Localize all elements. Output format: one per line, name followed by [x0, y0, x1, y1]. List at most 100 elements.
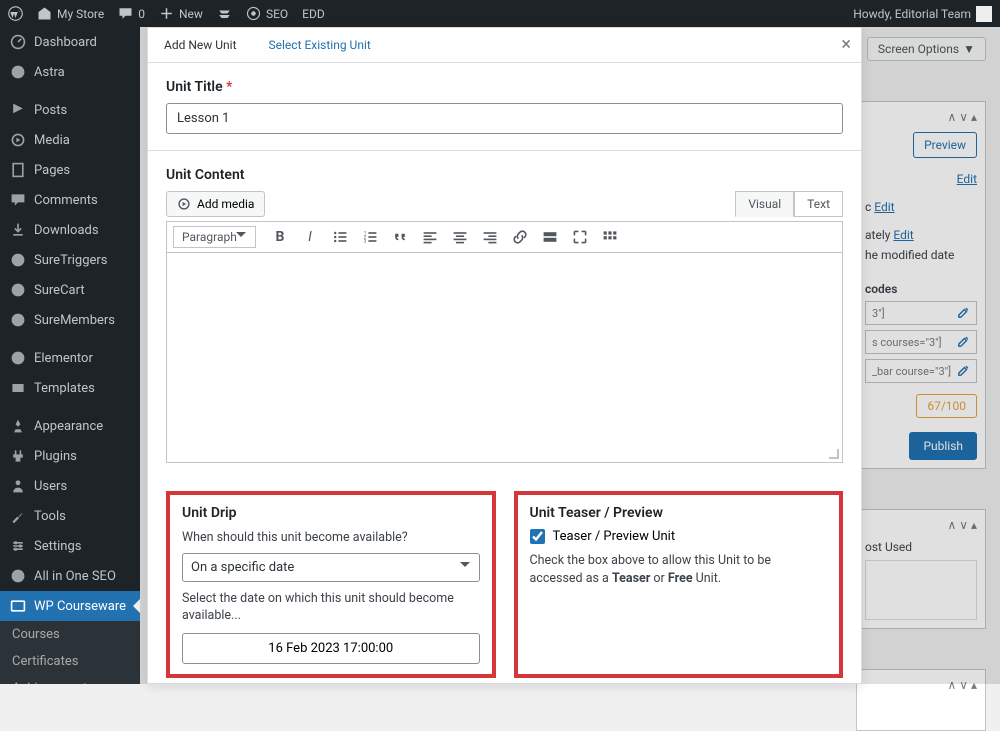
sidebar-label: Users: [34, 479, 67, 494]
ol-button[interactable]: 123: [360, 227, 380, 247]
unit-modal: Add New Unit Select Existing Unit × Unit…: [147, 27, 862, 684]
sidebar-item-suretriggers[interactable]: SureTriggers: [0, 245, 140, 275]
close-icon[interactable]: ×: [841, 34, 851, 55]
howdy-link[interactable]: Howdy, Editorial Team: [853, 6, 992, 22]
sidebar-item-settings[interactable]: Settings: [0, 531, 140, 561]
shortcode-3[interactable]: _bar course="3"]: [865, 359, 977, 383]
site-name: My Store: [57, 7, 104, 21]
edit-link[interactable]: Edit: [874, 200, 894, 214]
drip-select[interactable]: On a specific date: [182, 553, 480, 582]
sidebar-label: SureCart: [34, 283, 85, 298]
sidebar-item-downloads[interactable]: Downloads: [0, 215, 140, 245]
readmore-button[interactable]: [540, 227, 560, 247]
publish-text: ately: [865, 228, 890, 242]
edit-link[interactable]: Edit: [957, 172, 977, 186]
sub-label: Certificates: [12, 654, 78, 669]
metabox-arrows[interactable]: ∧ ∨ ▴: [865, 678, 977, 692]
publish-label: Publish: [923, 439, 963, 453]
sidebar-label: Pages: [34, 163, 70, 178]
sidebar-label: All in One SEO: [34, 569, 116, 584]
publish-button[interactable]: Publish: [909, 432, 977, 460]
editor-tab-text[interactable]: Text: [794, 191, 843, 217]
editor-textarea[interactable]: [166, 253, 843, 463]
admin-bar: My Store 0 New SEO EDD Howdy, Editorial …: [0, 0, 1000, 27]
edd-link[interactable]: EDD: [302, 7, 325, 21]
tab-label: Visual: [748, 197, 781, 211]
sidebar-item-posts[interactable]: Posts: [0, 95, 140, 125]
sidebar-item-surecart[interactable]: SureCart: [0, 275, 140, 305]
sidebar-item-elementor[interactable]: Elementor: [0, 343, 140, 373]
edit-link[interactable]: Edit: [893, 228, 913, 242]
add-media-label: Add media: [197, 197, 254, 211]
sidebar-label: Plugins: [34, 449, 77, 464]
sidebar-label: Templates: [34, 381, 95, 396]
spectra-icon[interactable]: [217, 6, 232, 21]
toolbar-toggle-button[interactable]: [600, 227, 620, 247]
screen-options-button[interactable]: Screen Options ▼: [867, 37, 986, 61]
tab-label: Select Existing Unit: [269, 38, 371, 52]
sidebar-sub-courses[interactable]: Courses: [0, 621, 140, 648]
tab-add-unit[interactable]: Add New Unit: [148, 28, 253, 62]
italic-button[interactable]: I: [300, 227, 320, 247]
screen-options-label: Screen Options: [878, 42, 959, 56]
sidebar-item-users[interactable]: Users: [0, 471, 140, 501]
main-area: Screen Options ▼ ∧ ∨ ▴ Preview Edit c Ed…: [140, 27, 1000, 684]
align-right-button[interactable]: [480, 227, 500, 247]
sidebar-item-dashboard[interactable]: Dashboard: [0, 27, 140, 57]
sidebar-item-suremembers[interactable]: SureMembers: [0, 305, 140, 335]
fullscreen-button[interactable]: [570, 227, 590, 247]
preview-label: Preview: [924, 138, 966, 152]
site-link[interactable]: My Store: [37, 6, 104, 21]
drip-date-input[interactable]: 16 Feb 2023 17:00:00: [182, 633, 480, 664]
sidebar-label: Settings: [34, 539, 81, 554]
sidebar-item-appearance[interactable]: Appearance: [0, 411, 140, 441]
most-used-tab[interactable]: ost Used: [865, 540, 977, 554]
link-button[interactable]: [510, 227, 530, 247]
resize-handle-icon[interactable]: [828, 448, 840, 460]
sidebar-label: Media: [34, 133, 70, 148]
sidebar-item-media[interactable]: Media: [0, 125, 140, 155]
edd-label: EDD: [302, 7, 325, 21]
tab-select-existing[interactable]: Select Existing Unit: [253, 28, 387, 62]
quote-button[interactable]: [390, 227, 410, 247]
teaser-checkbox[interactable]: [530, 529, 545, 544]
sidebar-item-astra[interactable]: Astra: [0, 57, 140, 87]
sidebar-label: Tools: [34, 509, 66, 524]
sidebar-item-wpcourseware[interactable]: WP Courseware: [0, 591, 140, 621]
metabox-arrows[interactable]: ∧ ∨ ▴: [865, 110, 977, 124]
sidebar-label: Dashboard: [34, 35, 97, 50]
teaser-checkbox-row[interactable]: Teaser / Preview Unit: [530, 529, 828, 544]
sidebar-item-plugins[interactable]: Plugins: [0, 441, 140, 471]
editor-tab-visual[interactable]: Visual: [735, 191, 794, 217]
seo-link[interactable]: SEO: [246, 6, 288, 21]
align-left-button[interactable]: [420, 227, 440, 247]
sidebar-item-tools[interactable]: Tools: [0, 501, 140, 531]
sidebar-item-comments[interactable]: Comments: [0, 185, 140, 215]
editor-tabs: Visual Text: [735, 191, 843, 217]
comments-link[interactable]: 0: [118, 6, 145, 21]
align-center-button[interactable]: [450, 227, 470, 247]
sidebar-item-aioseo[interactable]: All in One SEO: [0, 561, 140, 591]
metabox-arrows[interactable]: ∧ ∨ ▴: [865, 518, 977, 532]
unit-title-input[interactable]: [166, 103, 843, 134]
new-link[interactable]: New: [159, 6, 203, 21]
sidebar-sub-certificates[interactable]: Certificates: [0, 648, 140, 675]
ul-button[interactable]: [330, 227, 350, 247]
tab-label: Add New Unit: [164, 38, 237, 52]
new-label: New: [179, 7, 203, 21]
editor-toolbar: Paragraph B I 123: [166, 221, 843, 253]
sidebar-item-templates[interactable]: Templates: [0, 373, 140, 403]
sidebar-sub-achievements[interactable]: Achievements: [0, 675, 140, 684]
preview-button[interactable]: Preview: [913, 132, 977, 158]
wp-logo[interactable]: [8, 6, 23, 21]
shortcode-1[interactable]: 3"]: [865, 301, 977, 325]
add-media-button[interactable]: Add media: [166, 191, 265, 217]
bold-button[interactable]: B: [270, 227, 290, 247]
paragraph-select[interactable]: Paragraph: [173, 226, 256, 248]
extra-metabox: ∧ ∨ ▴: [856, 669, 986, 731]
drip-help: Select the date on which this unit shoul…: [182, 590, 480, 625]
sidebar-item-pages[interactable]: Pages: [0, 155, 140, 185]
svg-text:3: 3: [364, 239, 367, 245]
shortcode-2[interactable]: s courses="3"]: [865, 330, 977, 354]
seo-score-badge: 67/100: [916, 394, 977, 418]
